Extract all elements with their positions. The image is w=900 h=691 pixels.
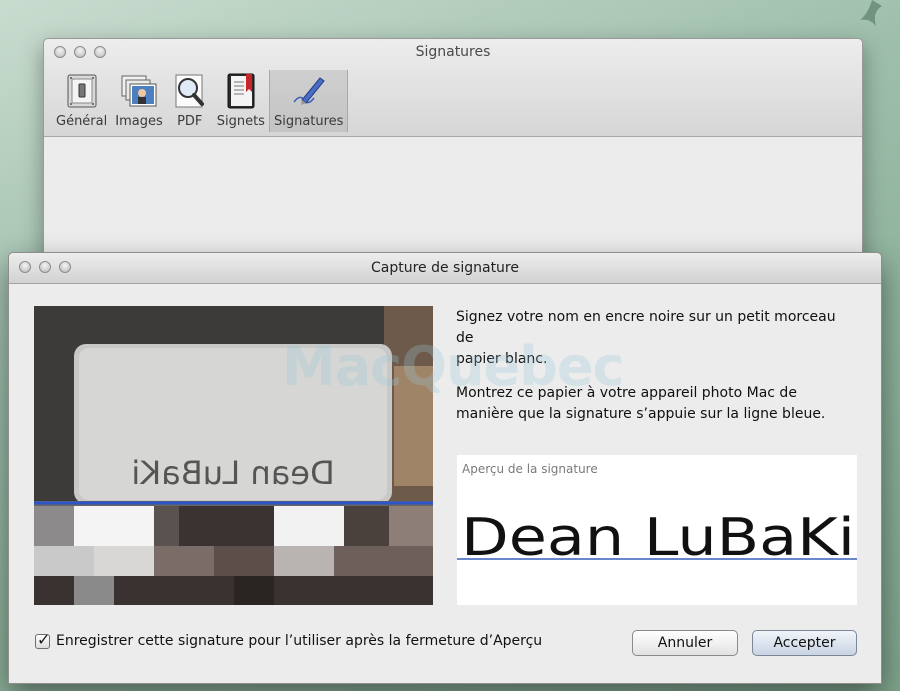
bird-decoration-icon bbox=[860, 0, 882, 26]
images-icon bbox=[121, 75, 157, 107]
checkmark-icon: ✓ bbox=[37, 629, 51, 649]
preferences-toolbar: Signatures Général Images PDF Signets Si… bbox=[44, 39, 862, 137]
camera-signature-text: Dean LuBaKi bbox=[131, 454, 334, 492]
signature-capture-dialog: Capture de signature Dean LuBaKi Signez … bbox=[8, 252, 882, 684]
preferences-window: Signatures Général Images PDF Signets Si… bbox=[43, 38, 863, 270]
toolbar-item-signatures[interactable]: Signatures bbox=[268, 70, 349, 132]
cancel-button[interactable]: Annuler bbox=[632, 630, 738, 656]
magnifier-icon bbox=[175, 74, 204, 108]
toolbar-item-label: PDF bbox=[177, 114, 203, 129]
bookmark-icon bbox=[227, 73, 255, 109]
preferences-content bbox=[44, 137, 862, 269]
accept-button[interactable]: Accepter bbox=[752, 630, 857, 656]
camera-preview: Dean LuBaKi bbox=[34, 306, 433, 605]
toolbar-item-pdf[interactable]: PDF bbox=[167, 70, 213, 132]
instruction-paragraph: Montrez ce papier à votre appareil photo… bbox=[456, 385, 826, 422]
dialog-titlebar: Capture de signature bbox=[9, 253, 881, 284]
pen-signature-icon bbox=[293, 77, 325, 105]
window-title: Signatures bbox=[415, 44, 491, 60]
instruction-paragraph: Signez votre nom en encre noire sur un p… bbox=[456, 309, 836, 367]
save-signature-label: Enregistrer cette signature pour l’utili… bbox=[56, 633, 543, 649]
toolbar-item-label: Général bbox=[56, 114, 108, 129]
signature-preview: Aperçu de la signature Dean LuBaKi bbox=[457, 455, 857, 605]
instructions: Signez votre nom en encre noire sur un p… bbox=[456, 307, 856, 438]
save-signature-checkbox[interactable]: ✓ bbox=[35, 630, 50, 649]
toolbar-item-images[interactable]: Images bbox=[111, 70, 167, 132]
switch-icon bbox=[67, 74, 97, 108]
save-signature-option[interactable]: ✓ Enregistrer cette signature pour l’uti… bbox=[35, 630, 543, 649]
toolbar-item-label: Signets bbox=[216, 114, 265, 129]
toolbar-item-label: Signatures bbox=[273, 114, 344, 129]
toolbar-item-label: Images bbox=[115, 114, 163, 129]
toolbar-item-bookmarks[interactable]: Signets bbox=[213, 70, 269, 132]
dialog-title: Capture de signature bbox=[370, 260, 519, 276]
toolbar-item-general[interactable]: Général bbox=[52, 70, 111, 132]
